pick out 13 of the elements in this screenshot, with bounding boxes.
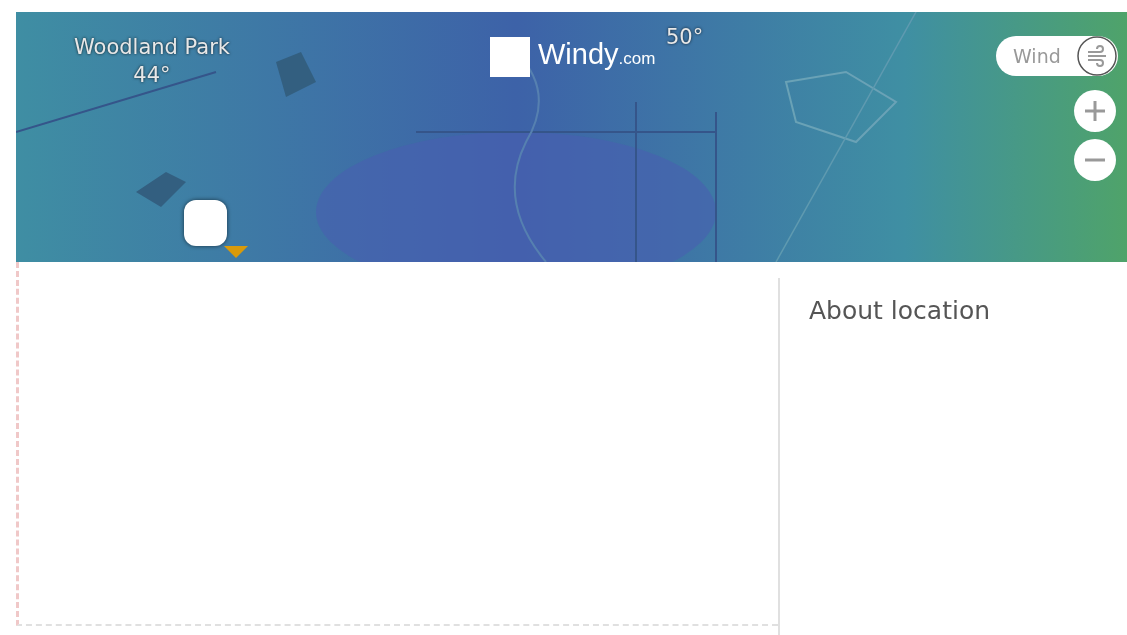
logo-text: Windy.com xyxy=(538,37,656,72)
location-marker[interactable] xyxy=(184,200,227,246)
logo-icon xyxy=(490,37,530,77)
map[interactable]: Woodland Park 44° 50° Windy.com Wind xyxy=(16,12,1127,262)
caret-icon xyxy=(224,246,248,258)
minus-icon xyxy=(1084,158,1106,162)
section-title: About location xyxy=(809,295,992,327)
temperature-label: 44° xyxy=(133,63,171,86)
temperature-label: 50° xyxy=(666,24,704,51)
plus-icon xyxy=(1084,100,1106,122)
place-name: Woodland Park xyxy=(74,34,230,61)
layer-toggle[interactable]: Wind xyxy=(996,36,1118,76)
wind-icon xyxy=(1076,36,1118,76)
